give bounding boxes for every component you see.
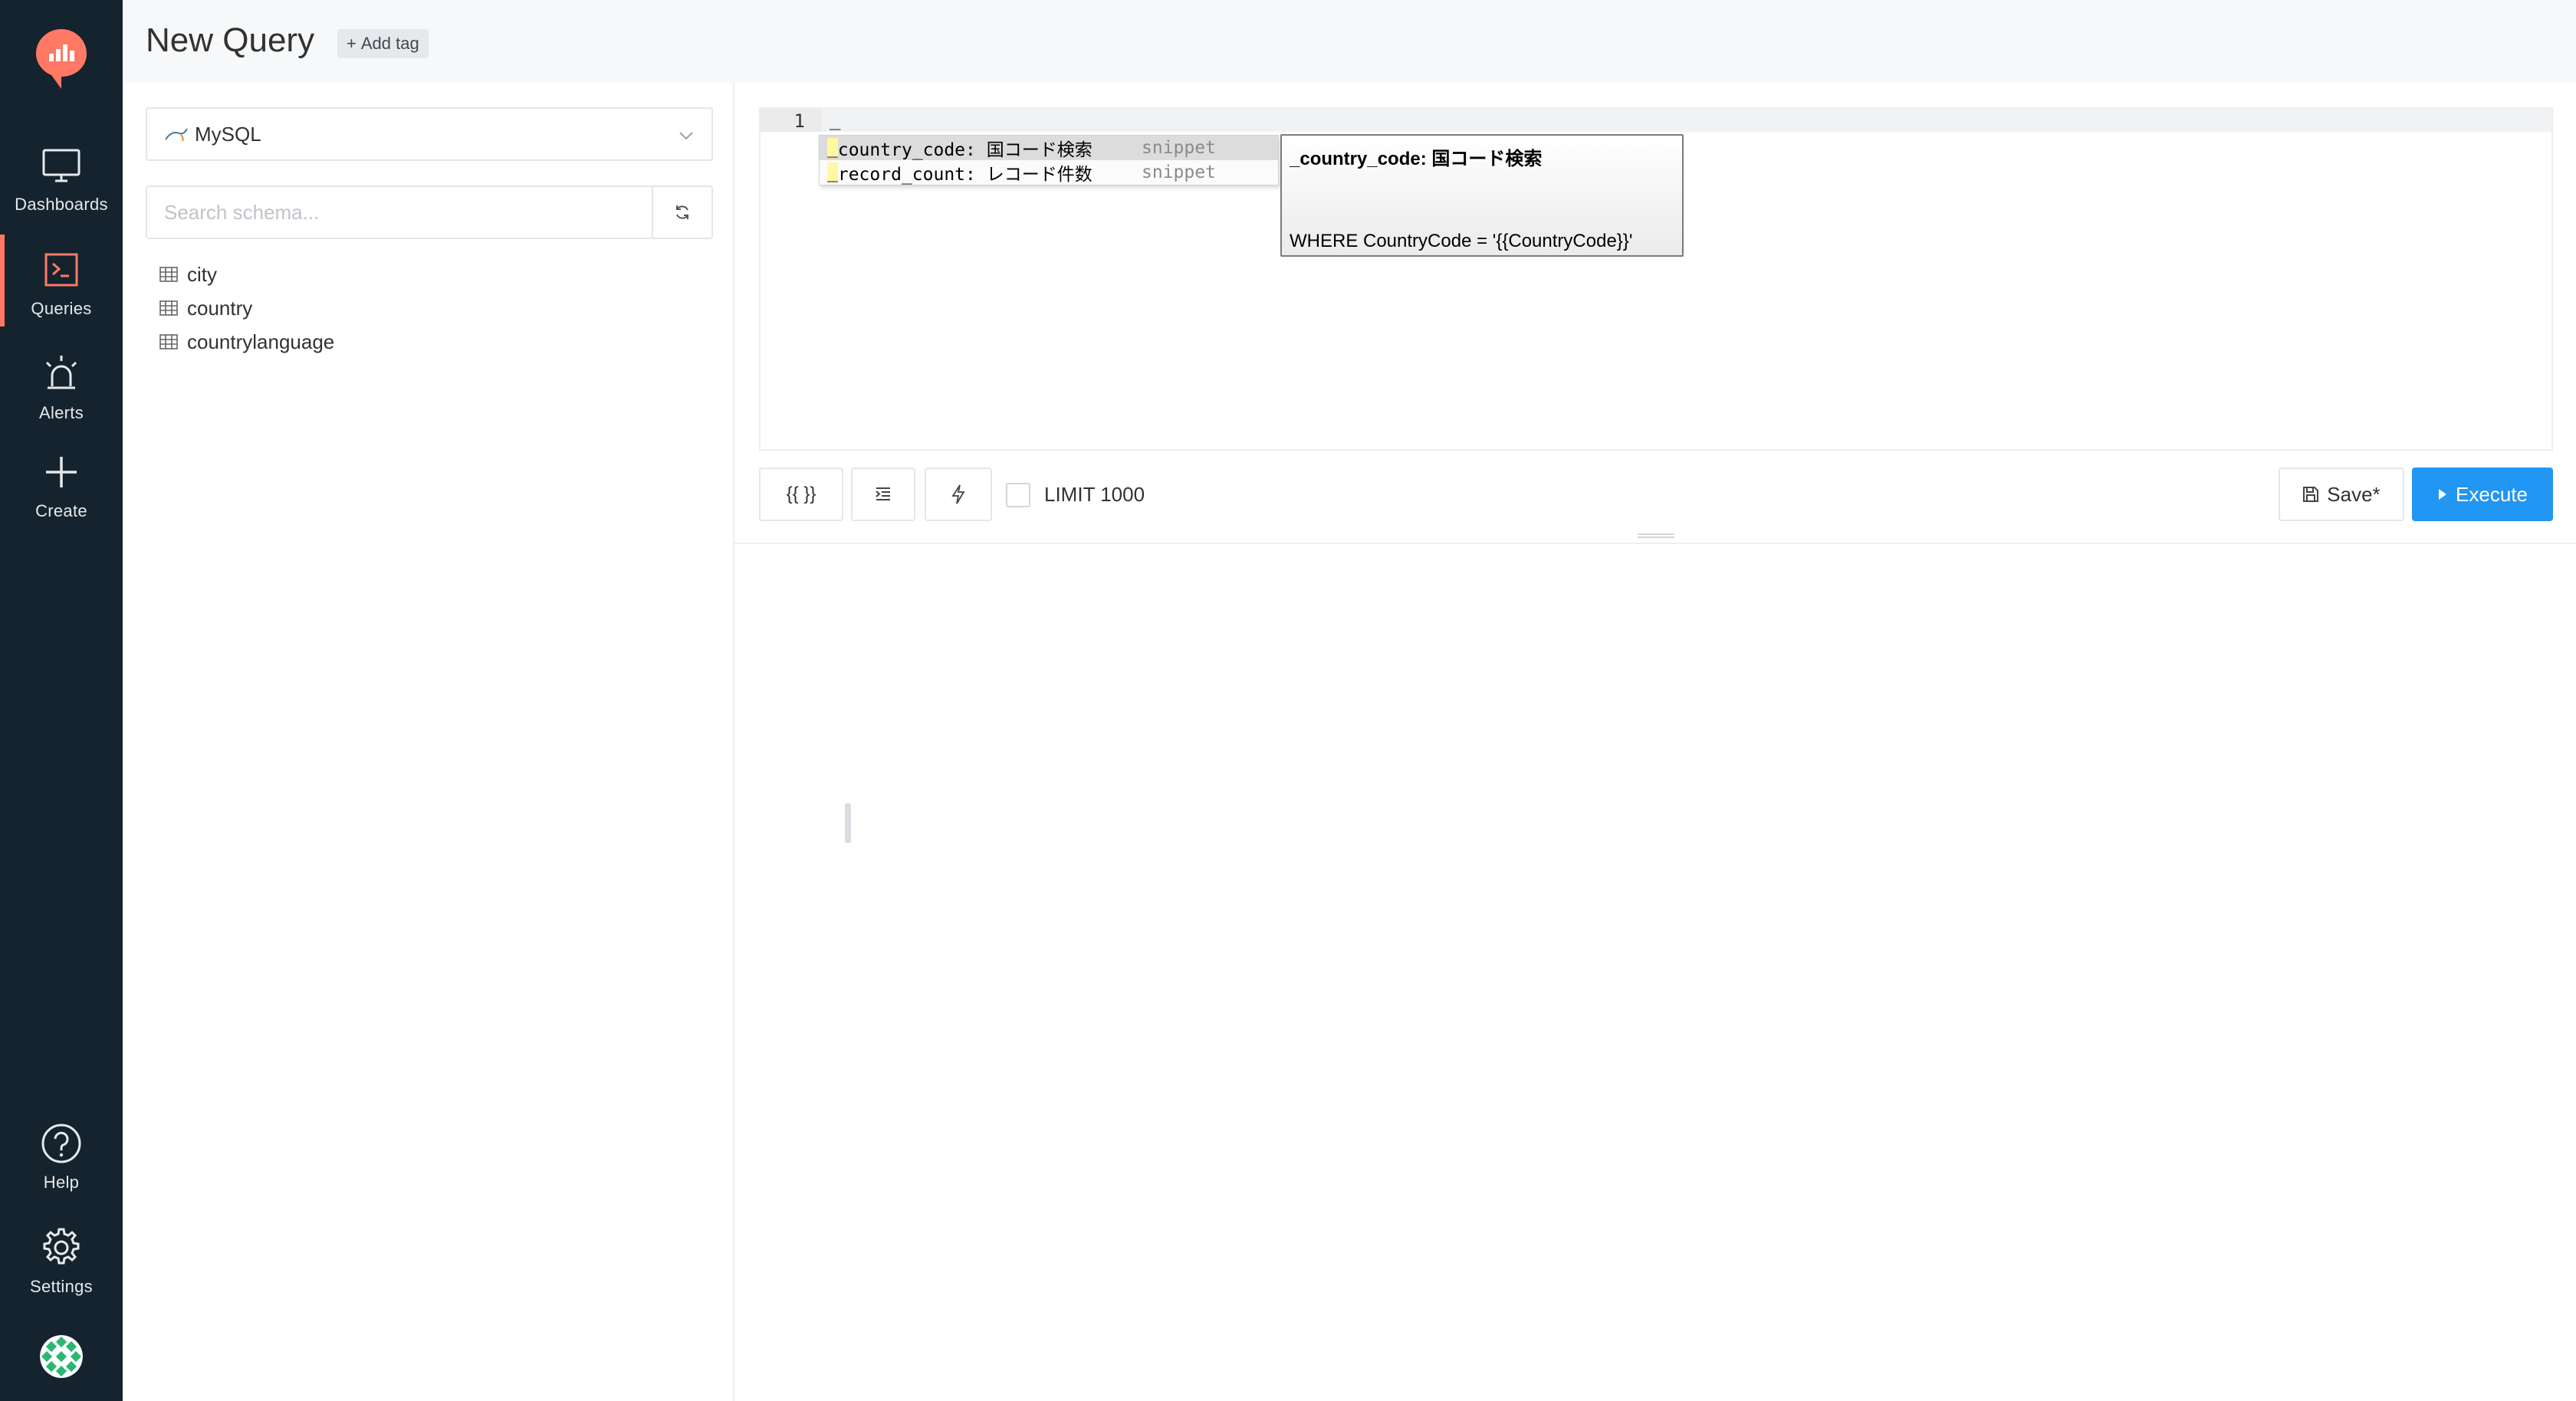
table-icon: [159, 267, 178, 282]
user-avatar[interactable]: [40, 1335, 83, 1378]
nav-create-label: Create: [35, 501, 87, 520]
plus-icon: +: [347, 34, 356, 53]
nav-alerts[interactable]: Alerts: [0, 345, 123, 437]
editor-code[interactable]: _: [830, 109, 840, 130]
add-parameter-button[interactable]: {{ }}: [759, 468, 843, 521]
alarm-icon: [45, 356, 77, 389]
doc-tooltip-body: WHERE CountryCode = '{{CountryCode}}': [1290, 231, 1633, 251]
terminal-icon: [44, 253, 78, 287]
chevron-down-icon: [679, 132, 693, 140]
execute-label: Execute: [2456, 482, 2528, 506]
execute-button[interactable]: Execute: [2412, 468, 2553, 521]
autocomplete-toggle-button[interactable]: [925, 468, 992, 521]
save-icon: [2303, 487, 2319, 502]
schema-table-name: country: [187, 296, 253, 320]
nav-help-label: Help: [43, 1173, 80, 1192]
app-sidebar: Dashboards Queries Alerts Create Help Se…: [0, 0, 123, 1401]
limit-label[interactable]: LIMIT 1000: [1044, 483, 1145, 507]
autocomplete-caption: country_code: 国コード検索: [837, 140, 1092, 160]
add-tag-button[interactable]: + Add tag: [337, 29, 429, 58]
autocomplete-meta: snippet: [1142, 162, 1216, 182]
save-button[interactable]: Save*: [2279, 468, 2404, 521]
autocomplete-item[interactable]: _ country_code: 国コード検索 snippet: [820, 136, 1278, 160]
data-source-value: MySQL: [195, 122, 261, 146]
nav-queries[interactable]: Queries: [0, 235, 123, 333]
add-tag-label: Add tag: [360, 34, 419, 53]
editor-gutter: 1: [761, 109, 822, 132]
schema-table-item[interactable]: city: [159, 258, 334, 291]
autocomplete-popup: _ country_code: 国コード検索 snippet _ record_co…: [819, 135, 1279, 185]
refresh-icon: [676, 205, 688, 219]
autocomplete-match: _: [827, 162, 838, 182]
table-icon: [159, 334, 178, 349]
play-icon: [2439, 489, 2447, 500]
nav-queries-label: Queries: [31, 299, 92, 318]
nav-create[interactable]: Create: [0, 443, 123, 535]
indent-icon: [876, 487, 890, 500]
monitor-icon: [42, 149, 80, 182]
snippet-doc-tooltip: _country_code: 国コード検索 WHERE CountryCode …: [1280, 134, 1684, 257]
schema-resize-handle[interactable]: [845, 803, 851, 843]
results-divider: [734, 543, 2576, 544]
autocomplete-caption: record_count: レコード件数: [837, 165, 1092, 185]
autocomplete-meta: snippet: [1142, 138, 1216, 158]
line-number: 1: [794, 110, 805, 132]
nav-dashboards-label: Dashboards: [15, 195, 108, 214]
refresh-schema-button[interactable]: [652, 185, 713, 239]
add-parameter-label: {{ }}: [786, 484, 816, 504]
autocomplete-match: _: [827, 138, 838, 158]
limit-checkbox[interactable]: [1006, 483, 1030, 507]
schema-table-list: city country countrylanguage: [159, 258, 334, 359]
nav-help[interactable]: Help: [0, 1114, 123, 1206]
gear-icon: [43, 1228, 80, 1265]
schema-table-name: countrylanguage: [187, 330, 335, 353]
help-circle-icon: [41, 1124, 81, 1163]
page-title[interactable]: New Query: [146, 21, 314, 60]
nav-settings-label: Settings: [30, 1277, 93, 1296]
plus-icon: [46, 457, 77, 487]
lightning-icon: [951, 484, 965, 504]
schema-table-item[interactable]: countrylanguage: [159, 325, 334, 359]
save-label: Save*: [2327, 482, 2380, 506]
schema-search-input[interactable]: [146, 185, 688, 239]
nav-alerts-label: Alerts: [38, 403, 84, 422]
schema-table-name: city: [187, 262, 217, 286]
active-line-highlight: [822, 109, 2551, 132]
format-query-button[interactable]: [851, 468, 915, 521]
nav-settings[interactable]: Settings: [0, 1219, 123, 1311]
results-resize-grip[interactable]: [1638, 533, 1674, 538]
redash-logo-icon[interactable]: [36, 29, 87, 89]
doc-tooltip-title: _country_code: 国コード検索: [1290, 149, 1543, 169]
schema-table-item[interactable]: country: [159, 291, 334, 325]
mysql-icon: [165, 128, 188, 142]
page-header: New Query + Add tag: [123, 0, 2576, 83]
data-source-select[interactable]: MySQL: [146, 107, 713, 161]
table-icon: [159, 300, 178, 316]
autocomplete-item[interactable]: _ record_count: レコード件数 snippet: [820, 160, 1278, 185]
schema-browser: MySQL city: [123, 83, 851, 1401]
nav-dashboards[interactable]: Dashboards: [0, 136, 123, 228]
